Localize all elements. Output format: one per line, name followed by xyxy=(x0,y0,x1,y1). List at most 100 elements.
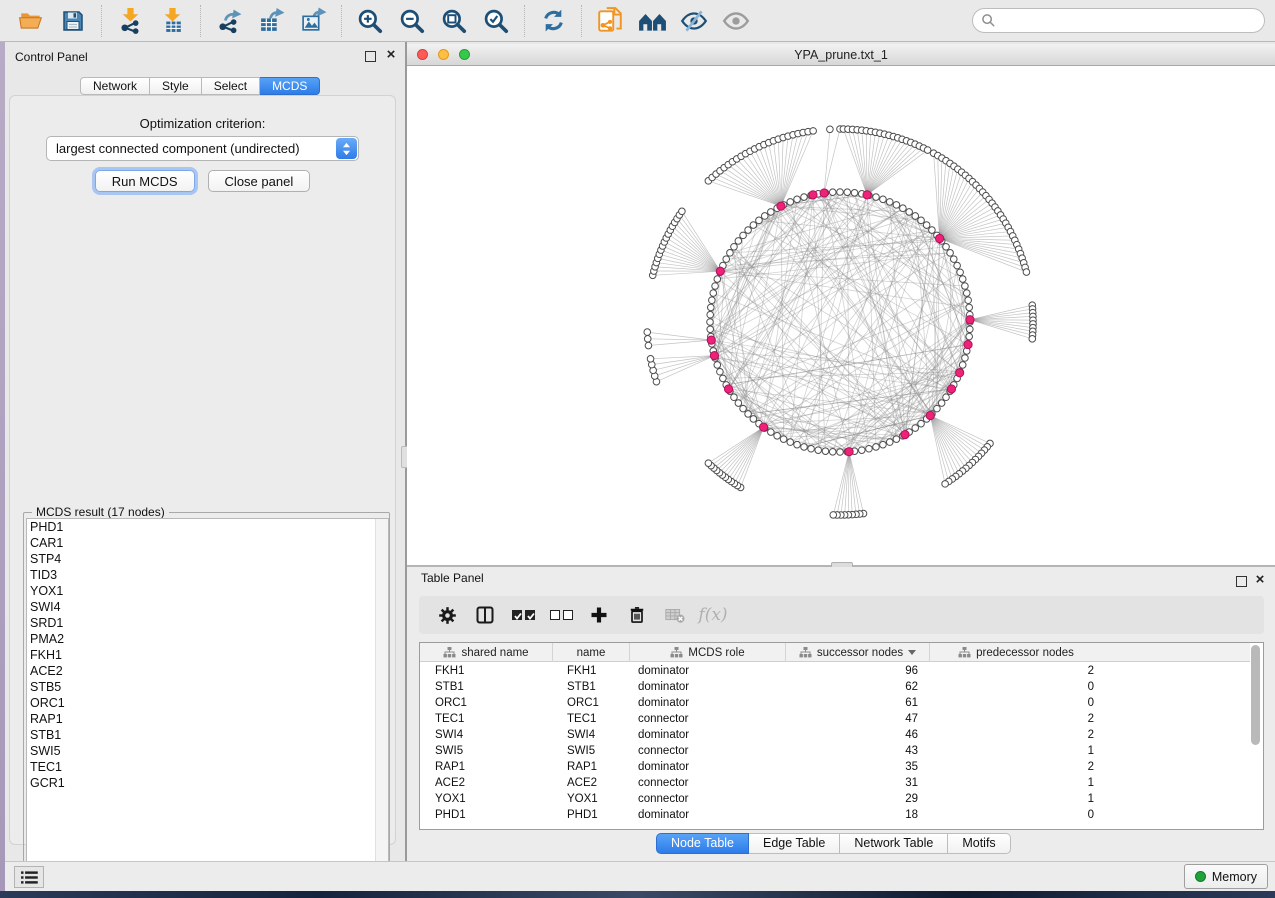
mcds-result-item[interactable]: RAP1 xyxy=(27,711,388,727)
mcds-node[interactable] xyxy=(724,385,732,393)
table-row[interactable]: TEC1TEC1connector472 xyxy=(420,711,1250,727)
network-node[interactable] xyxy=(735,400,742,407)
network-node[interactable] xyxy=(810,128,817,135)
run-mcds-button[interactable]: Run MCDS xyxy=(95,170,195,192)
mcds-node[interactable] xyxy=(845,448,853,456)
mcds-result-item[interactable]: SWI5 xyxy=(27,743,388,759)
task-history-button[interactable] xyxy=(14,866,44,888)
close-panel-button[interactable]: Close panel xyxy=(208,170,311,192)
mcds-node[interactable] xyxy=(820,189,828,197)
network-node[interactable] xyxy=(787,199,794,206)
mcds-result-item[interactable]: SWI4 xyxy=(27,599,388,615)
network-node[interactable] xyxy=(768,429,775,436)
network-node[interactable] xyxy=(912,213,919,220)
network-node[interactable] xyxy=(893,202,900,209)
network-node[interactable] xyxy=(714,276,721,283)
network-node[interactable] xyxy=(740,232,747,239)
mcds-node[interactable] xyxy=(926,411,934,419)
network-node[interactable] xyxy=(963,290,970,297)
mcds-node[interactable] xyxy=(966,316,974,324)
export-table-button[interactable] xyxy=(253,3,289,39)
network-node[interactable] xyxy=(794,196,801,203)
network-node[interactable] xyxy=(707,326,714,333)
network-node[interactable] xyxy=(950,256,957,263)
network-node[interactable] xyxy=(873,194,880,201)
mcds-result-item[interactable]: TEC1 xyxy=(27,759,388,775)
network-node[interactable] xyxy=(801,194,808,201)
mcds-node[interactable] xyxy=(710,352,718,360)
mcds-node[interactable] xyxy=(956,369,964,377)
network-window-titlebar[interactable]: YPA_prune.txt_1 xyxy=(407,44,1275,66)
mcds-node[interactable] xyxy=(935,234,943,242)
network-node[interactable] xyxy=(745,411,752,418)
network-node[interactable] xyxy=(731,394,738,401)
table-row[interactable]: PHD1PHD1dominator180 xyxy=(420,807,1250,823)
tab-select[interactable]: Select xyxy=(202,77,260,95)
close-panel-icon[interactable]: × xyxy=(1253,572,1267,588)
mcds-result-item[interactable]: ORC1 xyxy=(27,695,388,711)
table-scrollbar[interactable] xyxy=(1250,645,1261,827)
mcds-result-item[interactable]: PHD1 xyxy=(27,519,388,535)
network-node[interactable] xyxy=(837,189,844,196)
mcds-result-item[interactable]: PMA2 xyxy=(27,631,388,647)
new-network-from-selection-button[interactable] xyxy=(592,3,628,39)
table-row[interactable]: FKH1FKH1dominator962 xyxy=(420,663,1250,679)
network-node[interactable] xyxy=(957,269,964,276)
add-column-button[interactable] xyxy=(585,601,613,629)
network-node[interactable] xyxy=(801,444,808,451)
network-node[interactable] xyxy=(886,199,893,206)
mcds-result-item[interactable]: SRD1 xyxy=(27,615,388,631)
network-node[interactable] xyxy=(954,262,961,269)
network-node[interactable] xyxy=(959,362,966,369)
mcds-result-item[interactable]: STP4 xyxy=(27,551,388,567)
network-node[interactable] xyxy=(761,213,768,220)
export-network-button[interactable] xyxy=(211,3,247,39)
mcds-node[interactable] xyxy=(707,336,715,344)
first-neighbors-button[interactable] xyxy=(634,3,670,39)
network-node[interactable] xyxy=(906,209,913,216)
network-node[interactable] xyxy=(829,448,836,455)
network-node[interactable] xyxy=(645,342,652,349)
column-header-predecessor-nodes[interactable]: predecessor nodes xyxy=(930,643,1102,662)
network-node[interactable] xyxy=(708,304,715,311)
network-node[interactable] xyxy=(962,355,969,362)
import-network-button[interactable] xyxy=(112,3,148,39)
network-node[interactable] xyxy=(731,243,738,250)
network-node[interactable] xyxy=(880,441,887,448)
network-node[interactable] xyxy=(714,362,721,369)
network-node[interactable] xyxy=(837,449,844,456)
memory-button[interactable]: Memory xyxy=(1184,864,1268,889)
network-node[interactable] xyxy=(880,196,887,203)
mcds-result-item[interactable]: CAR1 xyxy=(27,535,388,551)
table-row[interactable]: STB1STB1dominator620 xyxy=(420,679,1250,695)
zoom-fit-button[interactable] xyxy=(436,3,472,39)
delete-column-button[interactable] xyxy=(623,601,651,629)
network-node[interactable] xyxy=(873,444,880,451)
close-panel-icon[interactable]: × xyxy=(384,47,398,63)
mcds-node[interactable] xyxy=(964,340,972,348)
network-node[interactable] xyxy=(965,297,972,304)
mcds-result-item[interactable]: TID3 xyxy=(27,567,388,583)
network-node[interactable] xyxy=(647,356,654,363)
network-node[interactable] xyxy=(750,222,757,229)
network-node[interactable] xyxy=(808,445,815,452)
network-node[interactable] xyxy=(709,297,716,304)
network-node[interactable] xyxy=(929,227,936,234)
mcds-result-item[interactable]: ACE2 xyxy=(27,663,388,679)
network-node[interactable] xyxy=(943,394,950,401)
network-node[interactable] xyxy=(644,329,651,336)
network-node[interactable] xyxy=(768,209,775,216)
network-node[interactable] xyxy=(893,436,900,443)
network-node[interactable] xyxy=(712,283,719,290)
network-node[interactable] xyxy=(822,448,829,455)
hide-selected-button[interactable] xyxy=(676,3,712,39)
network-node[interactable] xyxy=(830,512,837,519)
column-header-name[interactable]: name xyxy=(553,643,630,662)
function-builder-button[interactable]: f(x) xyxy=(699,601,727,629)
mcds-node[interactable] xyxy=(716,267,724,275)
network-node[interactable] xyxy=(947,250,954,257)
network-node[interactable] xyxy=(644,336,651,343)
network-node[interactable] xyxy=(844,189,851,196)
table-row[interactable]: ACE2ACE2connector311 xyxy=(420,775,1250,791)
export-image-button[interactable] xyxy=(295,3,331,39)
